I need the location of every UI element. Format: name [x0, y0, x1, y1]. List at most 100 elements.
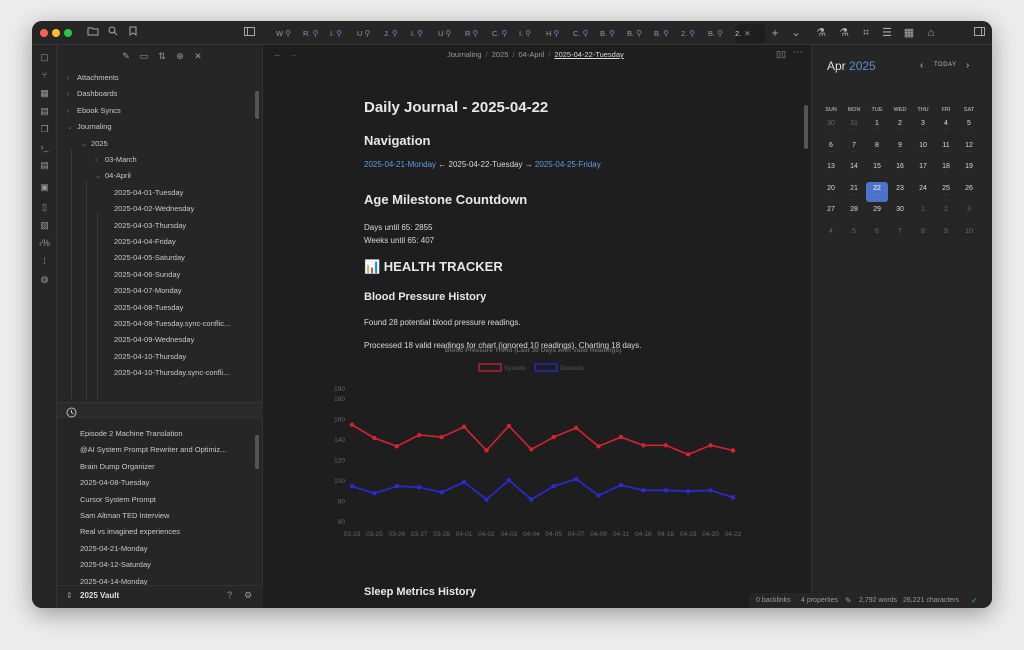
calendar-day[interactable]: 8 ∙∙∙ [866, 139, 888, 159]
calendar-day[interactable]: 14 ∙∙∙ [843, 160, 865, 180]
calendar-day[interactable]: 2 ∙∙∙ [889, 117, 911, 137]
recent-file-item[interactable]: Sam Altman TED Interview [80, 509, 169, 523]
calendar-day[interactable]: 10 [958, 225, 980, 245]
tab-3[interactable]: U ⚲ [357, 24, 384, 43]
bookmark-icon[interactable] [124, 24, 142, 42]
folder-item[interactable]: › 03-March [95, 153, 137, 167]
auto-reveal-icon[interactable]: ⊕ [173, 49, 187, 63]
new-folder-icon[interactable]: ▭ [137, 49, 151, 63]
backlinks-count[interactable]: 0 backlinks [756, 593, 791, 608]
calendar-day[interactable]: 5 [843, 225, 865, 245]
calendar-day[interactable]: 10 ∙∙∙ [912, 139, 934, 159]
page-icon[interactable]: ▯ [38, 201, 51, 214]
breadcrumb-month[interactable]: 04-April [518, 50, 544, 59]
calendar-grid-icon[interactable]: ▤ [38, 159, 51, 172]
calendar-day[interactable]: 4 ∙∙∙ [935, 117, 957, 137]
recent-file-item[interactable]: Cursor System Prompt [80, 493, 156, 507]
tab-2[interactable]: I. ⚲ [330, 24, 357, 43]
today-button[interactable]: TODAY [934, 62, 957, 68]
calendar-day[interactable]: 7 [889, 225, 911, 245]
calendar-day[interactable]: 3 [958, 203, 980, 223]
canvas-icon[interactable]: ▦ [38, 87, 51, 100]
plugin-icon-2[interactable]: ⚗ [835, 24, 853, 42]
recent-scrollbar[interactable] [255, 435, 259, 469]
calendar-day[interactable]: 30 ∙∙∙ [820, 117, 842, 137]
more-options-icon[interactable]: ⋯ [793, 47, 803, 58]
close-window-button[interactable] [40, 29, 48, 37]
recent-file-item[interactable]: Brain Dump Organizer [80, 460, 155, 474]
tab-1[interactable]: R. ⚲ [303, 24, 330, 43]
calendar-day[interactable]: 3 ∙∙∙ [912, 117, 934, 137]
close-tab-icon[interactable]: ✕ [744, 29, 750, 38]
file-item[interactable]: 2025-04-05-Saturday [111, 251, 185, 265]
archive-icon[interactable]: ⌂ [922, 24, 940, 42]
calendar-day[interactable]: 15 ∙∙∙ [866, 160, 888, 180]
calendar-day[interactable]: 5 ∙∙∙ [958, 117, 980, 137]
calendar-day[interactable]: 24 [912, 182, 934, 202]
plugin-icon-1[interactable]: ⚗ [812, 24, 830, 42]
calendar-day[interactable]: 6 ∙∙∙ [820, 139, 842, 159]
file-item[interactable]: 2025-04-04-Friday [111, 235, 176, 249]
back-arrow-icon[interactable]: ← [273, 49, 282, 59]
tab-12[interactable]: B. ⚲ [600, 24, 627, 43]
tab-10[interactable]: H ⚲ [546, 24, 573, 43]
document-icon[interactable]: ▧ [38, 219, 51, 232]
list-icon[interactable]: ☰ [878, 24, 896, 42]
file-item[interactable]: 2025-04-10-Thursday.sync-confli... [111, 366, 229, 380]
file-item[interactable]: 2025-04-10-Thursday [111, 350, 186, 364]
calendar-day[interactable]: 19 ∙∙∙ [958, 160, 980, 180]
copy-icon[interactable]: ❐ [38, 123, 51, 136]
right-sidebar-toggle-icon[interactable] [970, 24, 988, 42]
minimize-window-button[interactable] [52, 29, 60, 37]
calendar-day[interactable]: 26 [958, 182, 980, 202]
calendar-day[interactable]: 12 ∙∙∙ [958, 139, 980, 159]
next-month-icon[interactable]: › [966, 60, 969, 71]
calendar-day[interactable]: 22 ∙∙∙ [866, 181, 888, 202]
zoom-window-button[interactable] [64, 29, 72, 37]
next-day-link[interactable]: 2025-04-25-Friday [535, 160, 601, 169]
settings-sliders-icon[interactable]: ⁞ [38, 255, 51, 268]
tree-scrollbar[interactable] [255, 91, 259, 119]
gear-icon[interactable]: ⚙ [244, 590, 252, 601]
daily-note-icon[interactable]: ▤ [38, 105, 51, 118]
forward-arrow-icon[interactable]: → [289, 49, 298, 59]
file-item[interactable]: 2025-04-08-Tuesday [111, 301, 183, 315]
recent-file-item[interactable]: 2025-04-21-Monday [80, 542, 148, 556]
calendar-day[interactable]: 11 ∙∙∙ [935, 139, 957, 159]
calendar-icon[interactable]: ▦ [900, 24, 918, 42]
file-item[interactable]: 2025-04-02-Wednesday [111, 202, 194, 216]
edit-icon[interactable]: ✎ [845, 593, 852, 608]
calendar-day[interactable]: 4 [820, 225, 842, 245]
editor-scrollbar[interactable] [804, 105, 808, 149]
tab-0[interactable]: W ⚲ [276, 24, 303, 43]
collapse-all-icon[interactable]: ✕ [191, 49, 205, 63]
tag-icon[interactable]: ⌗ [857, 24, 875, 42]
recent-file-item[interactable]: 2025-04-08-Tuesday [80, 476, 149, 490]
wordpress-icon[interactable]: ◍ [38, 273, 51, 286]
prev-month-icon[interactable]: ‹ [920, 60, 923, 71]
calendar-day[interactable]: 1 [912, 203, 934, 223]
file-item[interactable]: 2025-04-09-Wednesday [111, 333, 194, 347]
calendar-day[interactable]: 28 [843, 203, 865, 223]
tab-4[interactable]: J. ⚲ [384, 24, 411, 43]
calendar-day[interactable]: 20 ∙∙∙ [820, 182, 842, 202]
chevron-down-icon[interactable]: ⌄ [787, 24, 805, 42]
folder-icon[interactable] [84, 24, 102, 42]
calendar-day[interactable]: 29 [866, 203, 888, 223]
calendar-day[interactable]: 9 ∙∙∙ [889, 139, 911, 159]
breadcrumb-current[interactable]: 2025-04-22-Tuesday [554, 50, 623, 59]
calendar-day[interactable]: 7 ∙∙∙ [843, 139, 865, 159]
calendar-day[interactable]: 17 ∙∙∙ [912, 160, 934, 180]
vault-name[interactable]: 2025 Vault [80, 591, 119, 600]
files-icon[interactable]: ▢ [38, 51, 51, 64]
tab-7[interactable]: R ⚲ [465, 24, 492, 43]
clock-icon[interactable] [66, 405, 77, 418]
tab-15[interactable]: 2. ⚲ [681, 24, 708, 43]
breadcrumb-year[interactable]: 2025 [492, 50, 509, 59]
sidebar-toggle-icon[interactable] [240, 24, 258, 42]
search-icon[interactable] [104, 24, 122, 42]
calendar-day[interactable]: 25 ∙∙∙ [935, 182, 957, 202]
reading-view-icon[interactable]: ▯▯ [776, 49, 786, 60]
sync-status-icon[interactable]: ✓ [971, 593, 978, 608]
prev-day-link[interactable]: 2025-04-21-Monday [364, 160, 436, 169]
